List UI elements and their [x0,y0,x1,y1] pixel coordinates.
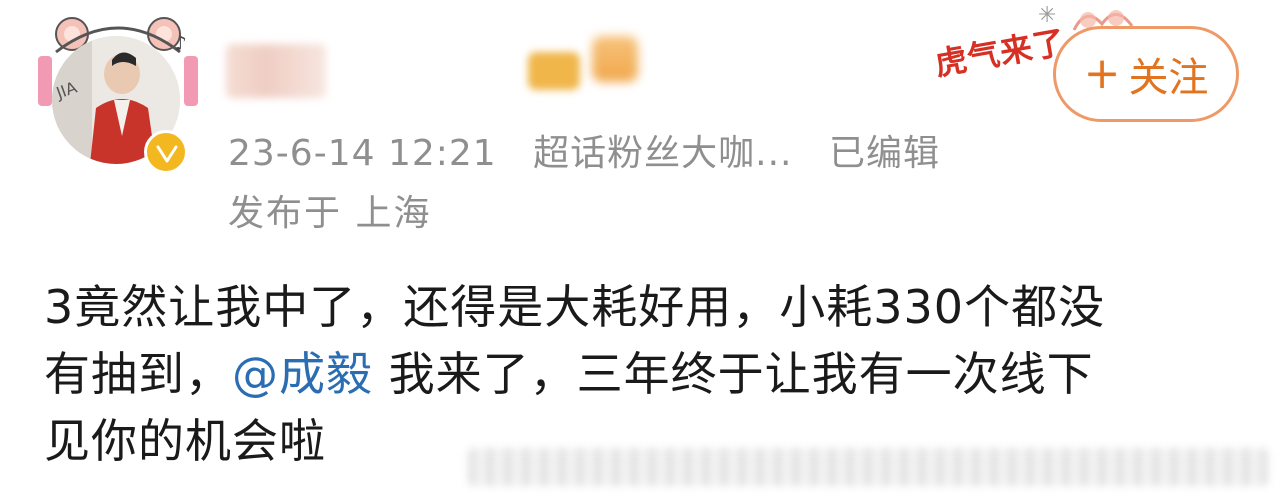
post-line-1: 3竟然让我中了，还得是大耗好用，小耗330个都没 [44,280,1106,334]
post-source[interactable]: 超话粉丝大咖... [533,133,792,174]
fan-medal-redacted [528,52,580,90]
post-line-2: 有抽到，@成毅 我来了，三年终于让我有一次线下 [44,341,1244,408]
post-line-2-prefix: 有抽到， [44,347,232,401]
post-location: 发布于 上海 [228,193,432,234]
fan-badge-redacted [592,36,638,82]
username-redacted[interactable] [226,44,326,98]
post-content: 3竟然让我中了，还得是大耗好用，小耗330个都没 有抽到，@成毅 我来了，三年终… [44,274,1244,475]
post-timestamp[interactable]: 23-6-14 12:21 [228,133,497,174]
avatar[interactable]: ♪ JIA [38,12,198,174]
edited-label[interactable]: 已编辑 [829,133,940,174]
follow-button[interactable]: + 关注 [1053,26,1239,122]
svg-text:♪: ♪ [174,31,187,55]
weibo-post-card: ♪ JIA 23-6-14 12:21 超话粉丝大咖... 已编辑 发布于 上海… [0,0,1280,494]
watermark-redacted [468,448,1268,486]
plus-icon: + [1083,48,1121,99]
follow-label: 关注 [1128,55,1209,101]
mention-link[interactable]: @成毅 [232,347,373,401]
post-meta: 23-6-14 12:21 超话粉丝大咖... 已编辑 [228,124,964,176]
verified-badge-icon [144,130,188,174]
post-line-2-suffix: 我来了，三年终于让我有一次线下 [373,347,1094,401]
